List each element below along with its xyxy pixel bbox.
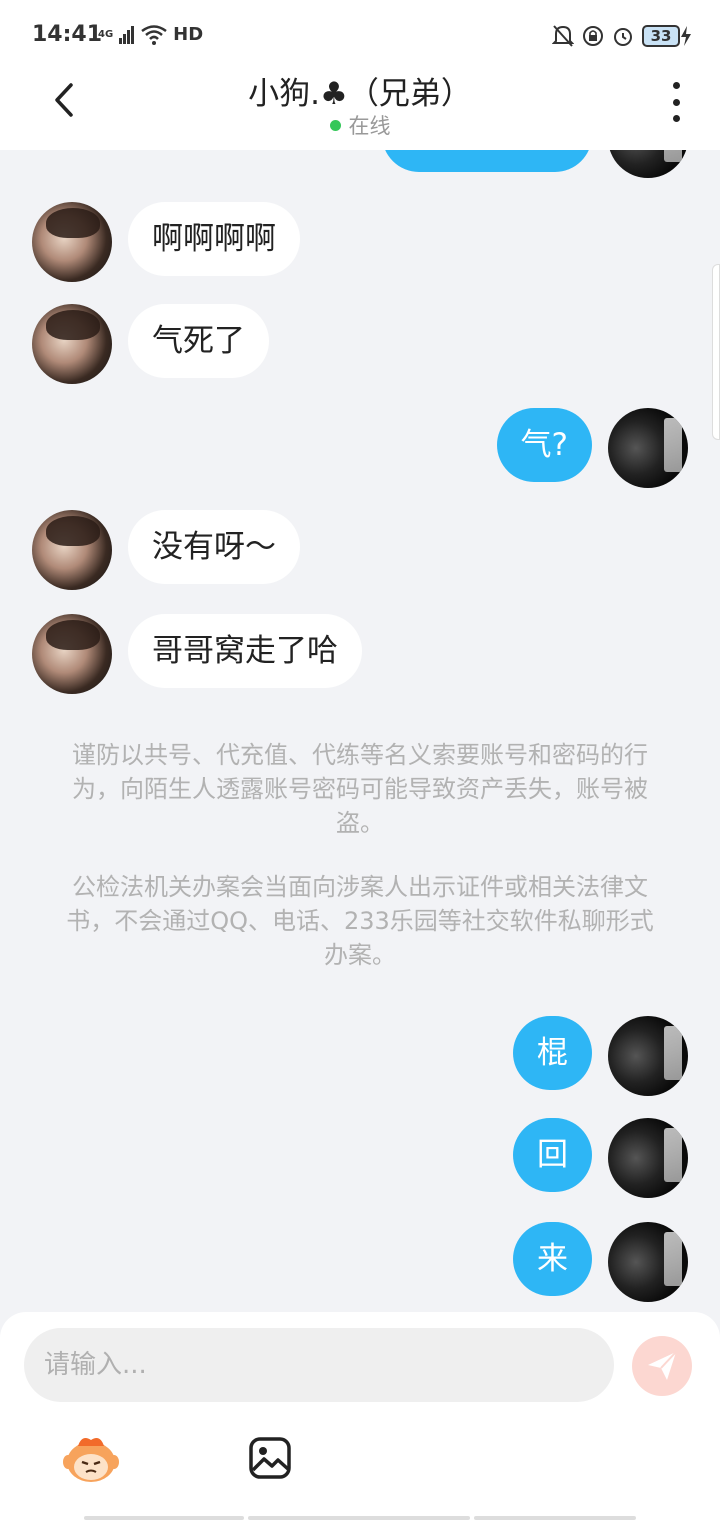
my-avatar[interactable] <box>608 408 688 488</box>
edge-scroll-handle[interactable] <box>712 264 720 440</box>
charging-icon <box>681 26 691 46</box>
send-icon <box>648 1351 677 1380</box>
alarm-icon <box>614 28 632 46</box>
mute-bell-icon <box>552 25 574 47</box>
bottom-divider <box>84 1516 244 1520</box>
input-area <box>0 1312 720 1520</box>
friend-avatar[interactable] <box>32 614 112 694</box>
status-right-icons: 33 <box>552 24 692 48</box>
online-status-label: 在线 <box>348 114 391 138</box>
image-button[interactable] <box>248 1436 292 1480</box>
message-bubble[interactable]: 回 <box>513 1118 592 1192</box>
lock-circle-icon <box>583 26 603 46</box>
online-status: 在线 <box>0 110 720 140</box>
status-time: 14:41 <box>32 22 103 47</box>
network-label: 4G <box>98 29 114 40</box>
signal-icon <box>119 25 135 44</box>
message-input[interactable] <box>24 1328 614 1402</box>
friend-avatar[interactable] <box>32 510 112 590</box>
message-bubble[interactable]: 气死了 <box>128 304 269 378</box>
wifi-icon <box>141 24 167 45</box>
message-bubble[interactable]: 啊啊啊啊 <box>128 202 300 276</box>
message-bubble[interactable]: 来 <box>513 1222 592 1296</box>
my-avatar[interactable] <box>608 1118 688 1198</box>
online-dot <box>329 119 341 131</box>
more-icon-dot <box>672 98 680 106</box>
battery-indicator: 33 <box>642 25 692 47</box>
chat-header: 小狗.♣（兄弟） 在线 <box>0 72 720 150</box>
more-button[interactable] <box>664 82 688 122</box>
contact-name: 小狗.♣（兄弟） <box>248 76 472 112</box>
bottom-divider <box>474 1516 636 1520</box>
more-icon-dot <box>672 115 680 122</box>
chat-area[interactable]: 啊啊啊啊 气死了 气? 没有呀～ 哥哥窝走了哈 谨防以共号、代充值、代练等名义索… <box>0 150 720 1312</box>
bottom-divider <box>248 1516 470 1520</box>
send-button[interactable] <box>632 1336 692 1396</box>
battery-level: 33 <box>642 25 680 47</box>
message-bubble[interactable]: 没有呀～ <box>128 510 300 584</box>
my-avatar[interactable] <box>608 1016 688 1096</box>
partial-message <box>382 150 592 172</box>
my-avatar[interactable] <box>608 1222 688 1302</box>
message-bubble[interactable]: 哥哥窝走了哈 <box>128 614 362 688</box>
message-bubble[interactable]: 棍 <box>513 1016 592 1090</box>
security-notice: 谨防以共号、代充值、代练等名义索要账号和密码的行为，向陌生人透露账号密码可能导致… <box>72 741 648 837</box>
friend-avatar[interactable] <box>32 202 112 282</box>
message-bubble[interactable]: 气? <box>496 408 592 482</box>
more-icon <box>672 82 680 89</box>
my-avatar[interactable] <box>608 150 688 178</box>
status-left-icons: 4G HD <box>98 24 203 45</box>
status-bar: 14:41 4G HD 33 <box>0 0 720 72</box>
friend-avatar[interactable] <box>32 304 112 384</box>
hd-label: HD <box>173 24 204 45</box>
emoji-icon <box>63 1438 119 1482</box>
image-icon <box>249 1437 291 1479</box>
security-notice: 公检法机关办案会当面向涉案人出示证件或相关法律文书，不会通过QQ、电话、233乐… <box>66 873 654 969</box>
emoji-button[interactable] <box>62 1432 120 1484</box>
